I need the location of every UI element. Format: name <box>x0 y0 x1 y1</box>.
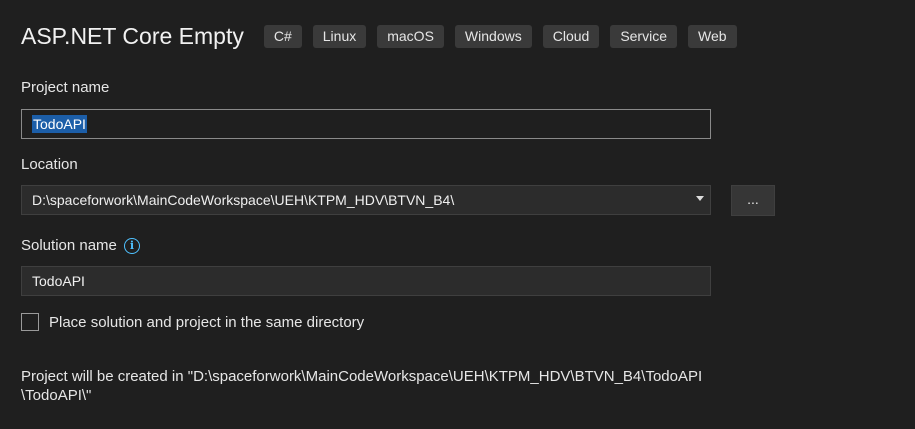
tag-windows: Windows <box>454 25 532 48</box>
project-name-input[interactable]: TodoAPI <box>21 109 711 139</box>
location-combobox[interactable]: D:\spaceforwork\MainCodeWorkspace\UEH\KT… <box>21 185 711 215</box>
header: ASP.NET Core Empty C# Linux macOS Window… <box>21 23 737 50</box>
page-title: ASP.NET Core Empty <box>21 23 244 49</box>
same-directory-checkbox[interactable] <box>21 313 39 331</box>
chevron-down-icon[interactable] <box>696 196 704 201</box>
same-directory-row: Place solution and project in the same d… <box>21 313 364 331</box>
tag-list: C# Linux macOS Windows Cloud Service Web <box>263 25 737 48</box>
tag-service: Service <box>610 25 677 48</box>
configure-project-page: ASP.NET Core Empty C# Linux macOS Window… <box>0 0 915 429</box>
solution-name-label: Solution name <box>21 237 117 254</box>
solution-name-label-row: Solution name i <box>21 237 140 254</box>
browse-button[interactable]: ... <box>731 185 775 216</box>
info-icon[interactable]: i <box>123 238 140 254</box>
solution-name-input[interactable]: TodoAPI <box>21 266 711 296</box>
project-name-label: Project name <box>21 79 110 96</box>
location-value: D:\spaceforwork\MainCodeWorkspace\UEH\KT… <box>32 192 455 208</box>
tag-web: Web <box>688 25 737 48</box>
tag-cloud: Cloud <box>542 25 600 48</box>
tag-linux: Linux <box>312 25 367 48</box>
summary-line-1: Project will be created in "D:\spaceforw… <box>21 368 703 385</box>
location-label: Location <box>21 156 78 173</box>
project-location-summary: Project will be created in "D:\spaceforw… <box>21 367 711 405</box>
solution-name-value: TodoAPI <box>32 273 85 289</box>
summary-line-2: \TodoAPI\" <box>21 387 92 404</box>
tag-macos: macOS <box>377 25 444 48</box>
same-directory-label[interactable]: Place solution and project in the same d… <box>49 314 364 331</box>
project-name-value: TodoAPI <box>32 115 87 133</box>
tag-csharp: C# <box>263 25 302 48</box>
